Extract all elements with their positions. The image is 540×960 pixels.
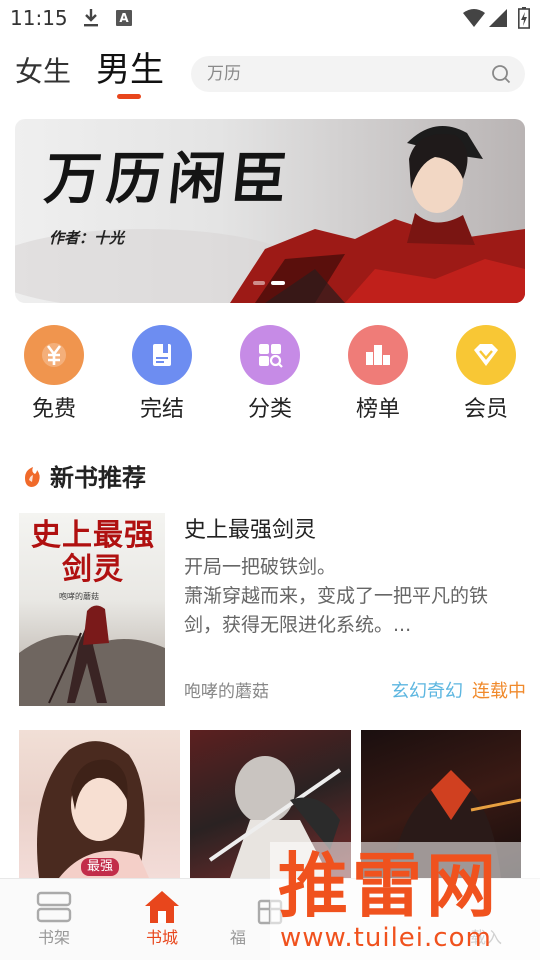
category-label: 榜单 <box>355 397 400 422</box>
nav-label: 书架 <box>37 928 70 947</box>
tab-female[interactable]: 女生 <box>15 54 71 90</box>
book-icon <box>132 325 192 385</box>
book-thumbnail[interactable]: 最强 <box>19 730 180 878</box>
banner-carousel[interactable]: 万历闲臣 作者：十光 <box>15 119 525 303</box>
category-label: 完结 <box>139 397 184 422</box>
notification-a-icon: A <box>116 10 132 26</box>
active-tab-indicator <box>117 94 141 99</box>
featured-book-author: 咆哮的蘑菇 <box>184 682 269 702</box>
category-ranking[interactable]: 榜单 <box>338 325 418 425</box>
featured-book-description: 开局一把破铁剑。 萧渐穿越而来，变成了一把平凡的铁 剑，获得无限进化系统。... <box>184 553 514 640</box>
flame-icon <box>25 467 40 487</box>
signal-icon <box>489 9 507 27</box>
category-label: 免费 <box>31 397 76 422</box>
grid-search-icon <box>240 325 300 385</box>
yen-icon <box>24 325 84 385</box>
featured-book-title[interactable]: 史上最强剑灵 <box>184 516 316 546</box>
banner-title: 万历闲臣 <box>41 146 297 212</box>
status-bar: 11:15 A <box>0 0 540 36</box>
cover-author: 咆哮的蘑菇 <box>59 592 99 601</box>
nav-bookshelf[interactable]: 书架 <box>9 879 99 960</box>
battery-icon <box>518 7 530 29</box>
carousel-dot-1 <box>253 281 265 285</box>
category-completed[interactable]: 完结 <box>122 325 202 425</box>
category-vip[interactable]: 会员 <box>446 325 526 425</box>
carousel-dot-2-active <box>271 281 285 285</box>
status-time: 11:15 <box>10 6 68 30</box>
category-label: 分类 <box>247 397 292 422</box>
search-placeholder: 万历 <box>207 64 241 84</box>
home-icon <box>145 891 179 923</box>
description-line: 剑，获得无限进化系统。... <box>184 614 412 636</box>
watermark-url: www.tuilei.com <box>280 923 492 953</box>
watermark: 推雷网 www.tuilei.com <box>270 842 540 960</box>
bookshelf-icon <box>36 891 72 923</box>
category-label: 会员 <box>463 397 508 422</box>
thumbnail-illustration <box>37 741 149 878</box>
category-classify[interactable]: 分类 <box>230 325 310 425</box>
category-free[interactable]: 免费 <box>14 325 94 425</box>
cover-title: 史上最强剑灵 <box>31 518 155 587</box>
wifi-icon <box>463 9 485 27</box>
download-icon <box>84 9 98 27</box>
tab-male[interactable]: 男生 <box>96 50 164 90</box>
featured-book-status: 连载中 <box>472 681 526 702</box>
watermark-text: 推雷网 <box>278 845 500 927</box>
description-line: 开局一把破铁剑。 <box>184 556 337 578</box>
featured-book-genre[interactable]: 玄幻奇幻 <box>391 680 463 704</box>
thumbnail-badge: 最强 <box>81 858 120 876</box>
section-title: 新书推荐 <box>50 464 146 492</box>
ranking-icon <box>348 325 408 385</box>
carousel-indicator <box>253 281 293 287</box>
diamond-icon <box>456 325 516 385</box>
search-input[interactable]: 万历 <box>191 56 525 92</box>
description-line: 萧渐穿越而来，变成了一把平凡的铁 <box>184 585 489 607</box>
featured-book-cover[interactable]: 史上最强剑灵 咆哮的蘑菇 <box>19 513 165 706</box>
search-icon[interactable] <box>491 64 511 84</box>
banner-author: 作者：十光 <box>49 229 125 247</box>
